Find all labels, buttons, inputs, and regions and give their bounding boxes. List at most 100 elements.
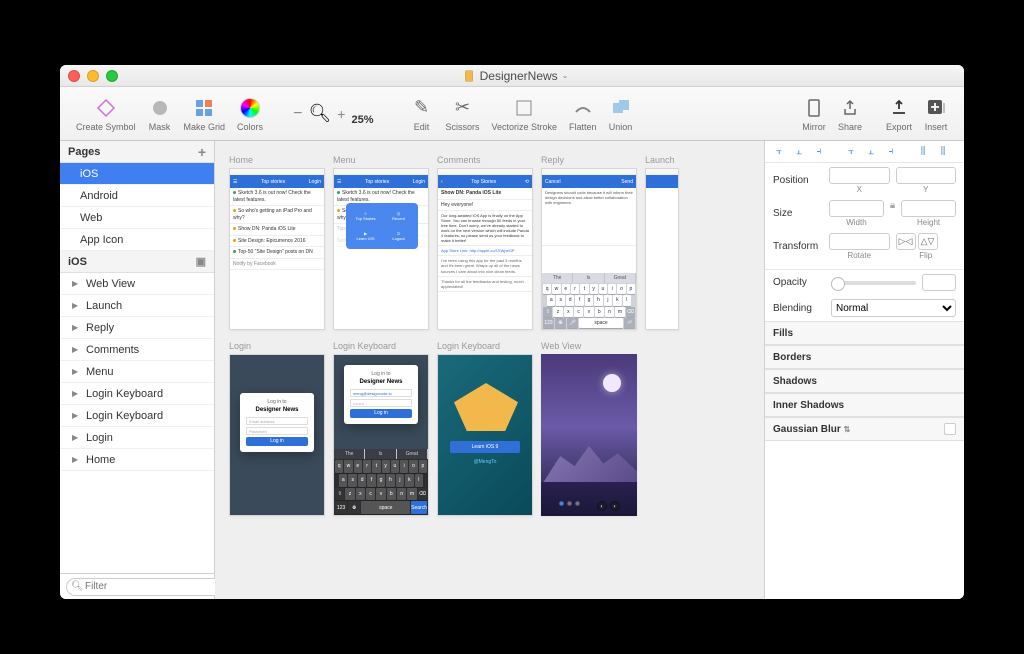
grid-icon <box>192 96 216 120</box>
blending-select[interactable]: Normal <box>831 299 956 317</box>
chevron-right-icon: ▶ <box>72 433 82 442</box>
layer-item[interactable]: ▶Web View <box>60 273 214 295</box>
artboard-login-keyboard-2[interactable]: Login Keyboard Learn iOS 9 @MengTo <box>437 341 533 521</box>
scissors-icon: ✂︎ <box>450 96 474 120</box>
zoom-level[interactable]: 25% <box>351 114 373 126</box>
opacity-input[interactable] <box>922 274 956 291</box>
inner-shadows-section[interactable]: Inner Shadows <box>765 393 964 417</box>
lock-icon[interactable]: 🔒︎ <box>890 200 895 227</box>
vectorize-button[interactable]: Vectorize Stroke <box>486 94 564 134</box>
artboard-webview[interactable]: Web View ‹ › <box>541 341 637 521</box>
close-window-icon[interactable] <box>68 70 80 82</box>
flip-h-icon[interactable]: ▷◁ <box>896 233 916 250</box>
layers-header: iOS ▣ <box>60 251 214 273</box>
colors-button[interactable]: Colors <box>231 94 269 134</box>
distribute-v-icon[interactable]: ⫼ <box>935 144 951 160</box>
titlebar[interactable]: DesignerNews ⌄ <box>60 65 964 87</box>
chevron-right-icon: ▶ <box>72 411 82 420</box>
color-wheel-icon <box>238 96 262 120</box>
height-input[interactable] <box>901 200 956 217</box>
page-item-web[interactable]: Web <box>60 207 214 229</box>
mirror-button[interactable]: Mirror <box>796 94 832 134</box>
window-title[interactable]: DesignerNews ⌄ <box>118 69 912 83</box>
updown-icon[interactable]: ⇅ <box>844 425 851 434</box>
page-item-appicon[interactable]: App Icon <box>60 229 214 251</box>
canvas[interactable]: Home ☰Top storiesLogin Sketch 3.6 is out… <box>215 141 764 599</box>
artboard-comments[interactable]: Comments ‹Top Stories⟲ Show DN: Panda iO… <box>437 155 533 335</box>
magnifier-icon[interactable]: 🔍︎ <box>308 103 331 124</box>
position-x-input[interactable] <box>829 167 890 184</box>
artboard-home[interactable]: Home ☰Top storiesLogin Sketch 3.6 is out… <box>229 155 325 335</box>
layer-item[interactable]: ▶Login <box>60 427 214 449</box>
diamond-icon <box>94 96 118 120</box>
minimize-window-icon[interactable] <box>87 70 99 82</box>
borders-section[interactable]: Borders <box>765 345 964 369</box>
flip-v-icon[interactable]: △▽ <box>918 233 938 250</box>
flatten-icon <box>571 96 595 120</box>
share-button[interactable]: Share <box>832 94 868 134</box>
mask-button[interactable]: Mask <box>142 94 178 134</box>
scissors-button[interactable]: ✂︎Scissors <box>439 94 485 134</box>
page-item-ios[interactable]: iOS <box>60 163 214 185</box>
chevron-right-icon: ▶ <box>72 367 82 376</box>
artboard-menu[interactable]: Menu ☰Top storiesLogin Sketch 3.6 is out… <box>333 155 429 335</box>
add-page-icon[interactable]: + <box>198 144 206 160</box>
artboard-login[interactable]: Login Log in to Designer News Email addr… <box>229 341 325 521</box>
export-button[interactable]: Export <box>880 94 918 134</box>
gaussian-blur-section[interactable]: Gaussian Blur ⇅ <box>765 417 964 441</box>
artboard-launch[interactable]: Launch <box>645 155 679 335</box>
gaussian-checkbox[interactable] <box>944 423 956 435</box>
page-item-android[interactable]: Android <box>60 185 214 207</box>
share-icon <box>838 96 862 120</box>
distribute-h-icon[interactable]: ⫼ <box>915 144 931 160</box>
align-right-icon[interactable]: ⫞ <box>811 144 827 160</box>
sketch-logo-icon <box>454 383 518 431</box>
chevron-down-icon: ⌄ <box>562 71 569 80</box>
position-y-input[interactable] <box>896 167 957 184</box>
mirror-icon <box>802 96 826 120</box>
insert-icon <box>924 96 948 120</box>
zoom-control[interactable]: − 🔍︎ + <box>293 103 345 124</box>
inspector-panel: ⫟ ⫠ ⫞ ⫟ ⫠ ⫞ ⫼ ⫼ Position X Y Size <box>764 141 964 599</box>
fullscreen-window-icon[interactable] <box>106 70 118 82</box>
align-left-icon[interactable]: ⫟ <box>771 144 787 160</box>
make-grid-button[interactable]: Make Grid <box>178 94 232 134</box>
layer-item[interactable]: ▶Comments <box>60 339 214 361</box>
layer-item[interactable]: ▶Reply <box>60 317 214 339</box>
chevron-right-icon: ▶ <box>72 455 82 464</box>
align-hcenter-icon[interactable]: ⫠ <box>791 144 807 160</box>
align-vcenter-icon[interactable]: ⫠ <box>863 144 879 160</box>
layer-item[interactable]: ▶Menu <box>60 361 214 383</box>
align-bottom-icon[interactable]: ⫞ <box>883 144 899 160</box>
filter-input[interactable] <box>66 578 234 596</box>
page-indicator: ‹ › <box>541 501 637 511</box>
chevron-right-icon: ▶ <box>72 301 82 310</box>
insert-button[interactable]: Insert <box>918 94 954 134</box>
artboard-icon: ▣ <box>196 255 206 268</box>
edit-button[interactable]: ✎Edit <box>403 94 439 134</box>
union-button[interactable]: Union <box>603 94 639 134</box>
align-top-icon[interactable]: ⫟ <box>843 144 859 160</box>
flatten-button[interactable]: Flatten <box>563 94 603 134</box>
opacity-slider[interactable] <box>831 281 916 285</box>
toolbar: Create Symbol Mask Make Grid Colors − 🔍︎… <box>60 87 964 141</box>
rotate-input[interactable] <box>829 233 890 250</box>
union-icon <box>609 96 633 120</box>
shadows-section[interactable]: Shadows <box>765 369 964 393</box>
zoom-in-icon[interactable]: + <box>337 106 345 122</box>
layer-item[interactable]: ▶Login Keyboard <box>60 405 214 427</box>
layer-item[interactable]: ▶Home <box>60 449 214 471</box>
chevron-right-icon: ▶ <box>72 389 82 398</box>
create-symbol-button[interactable]: Create Symbol <box>70 94 142 134</box>
vectorize-icon <box>512 96 536 120</box>
artboard-login-keyboard[interactable]: Login Keyboard Log in to Designer News m… <box>333 341 429 521</box>
fills-section[interactable]: Fills <box>765 321 964 345</box>
pages-header: Pages + <box>60 141 214 163</box>
artboard-reply[interactable]: Reply CancelSend Designers should code b… <box>541 155 637 335</box>
app-window: DesignerNews ⌄ Create Symbol Mask Make G… <box>60 65 964 599</box>
layer-item[interactable]: ▶Login Keyboard <box>60 383 214 405</box>
width-input[interactable] <box>829 200 884 217</box>
zoom-out-icon[interactable]: − <box>293 105 302 123</box>
layer-item[interactable]: ▶Launch <box>60 295 214 317</box>
moon-icon <box>603 374 621 392</box>
